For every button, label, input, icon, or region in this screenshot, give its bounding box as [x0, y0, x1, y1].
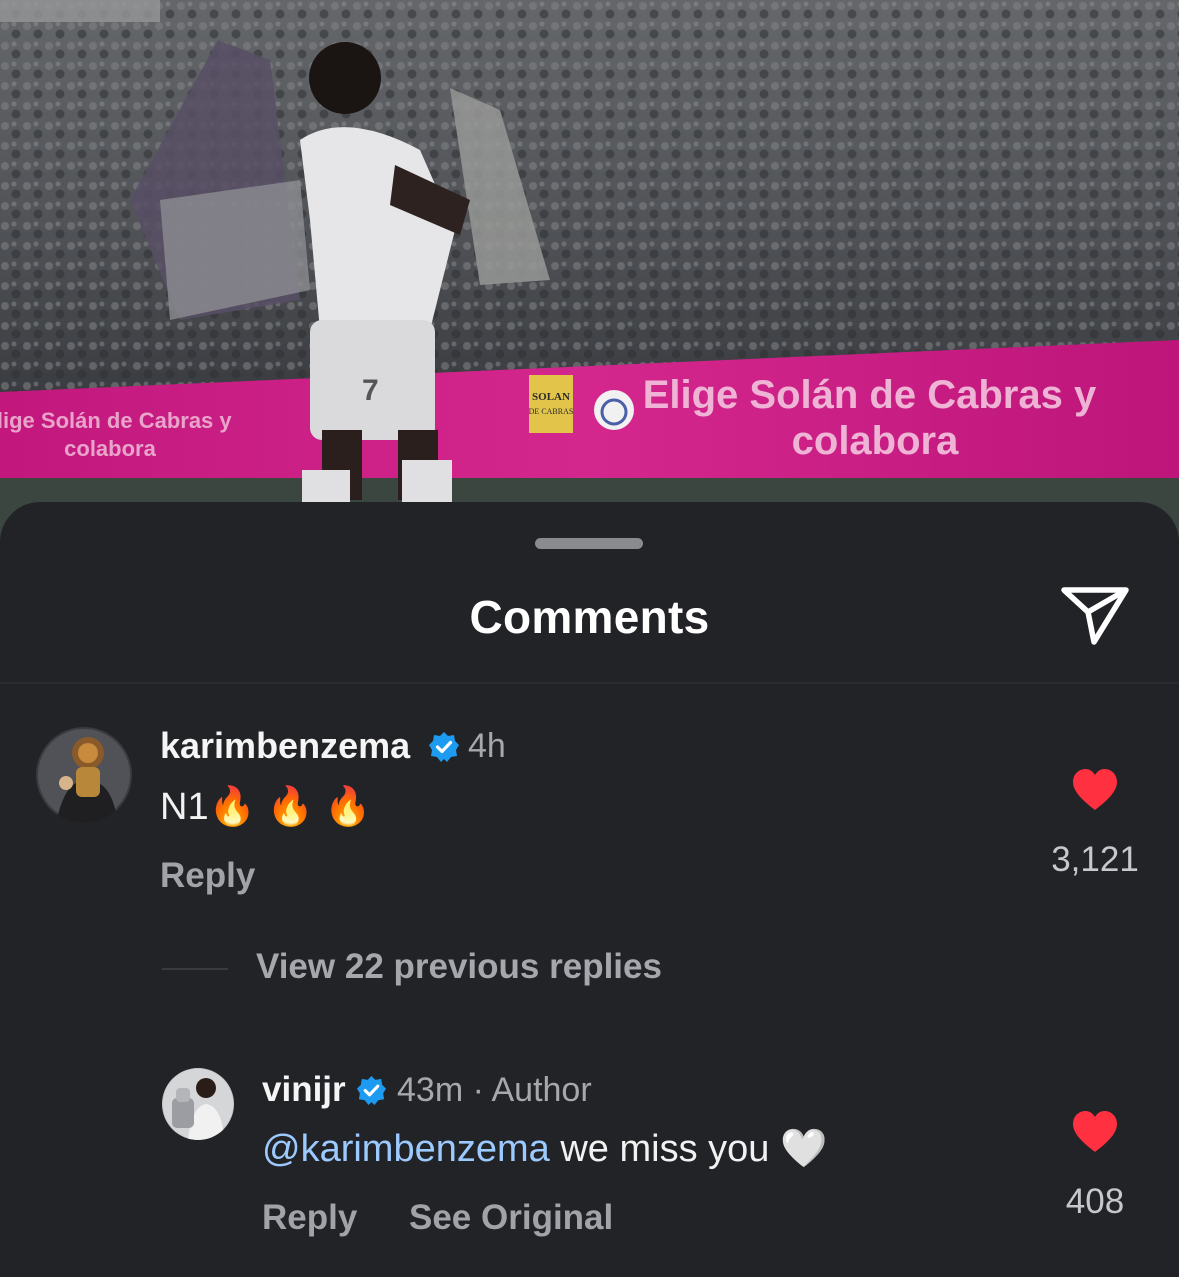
replies-thread-line — [162, 968, 228, 970]
like-heart-icon[interactable] — [1071, 1110, 1119, 1154]
reply-button[interactable]: Reply — [160, 856, 255, 896]
reply-body: @karimbenzema we miss you 🤍 — [262, 1127, 827, 1171]
stadium-scene: Elige Solán de Cabras y colabora Elige S… — [0, 0, 1179, 540]
jersey-number: 7 — [362, 374, 379, 407]
like-count: 3,121 — [1051, 840, 1139, 879]
comment-body: N1🔥 🔥 🔥 — [160, 785, 372, 829]
avatar-image — [36, 727, 132, 823]
sheet-header-divider — [0, 682, 1179, 684]
reply-username[interactable]: vinijr — [262, 1070, 346, 1110]
view-previous-replies-button[interactable]: View 22 previous replies — [256, 947, 662, 987]
comment-text: N1 — [160, 786, 209, 828]
like-heart-icon[interactable] — [1071, 768, 1119, 812]
reply-button[interactable]: Reply — [262, 1198, 357, 1238]
sheet-grabber-handle[interactable] — [535, 538, 643, 549]
verified-badge-icon — [356, 1075, 387, 1106]
solan-logo-text: SOLAN — [532, 391, 570, 403]
fire-emoji: 🔥 🔥 🔥 — [208, 786, 372, 828]
mention-link[interactable]: @karimbenzema — [262, 1128, 550, 1170]
like-count: 408 — [1065, 1182, 1125, 1221]
avatar-image — [162, 1068, 234, 1140]
white-heart-emoji: 🤍 — [779, 1128, 828, 1170]
reply-text: we miss you — [549, 1128, 780, 1170]
see-original-button[interactable]: See Original — [409, 1198, 613, 1238]
svg-text:DE CABRAS: DE CABRAS — [529, 407, 574, 416]
post-photo: Elige Solán de Cabras y colabora Elige S… — [0, 0, 1179, 540]
verified-badge-icon — [429, 732, 459, 762]
paper-plane-icon — [1061, 587, 1129, 645]
comment-username[interactable]: karimbenzema — [160, 725, 410, 767]
screen: Elige Solán de Cabras y colabora Elige S… — [0, 0, 1179, 1277]
avatar-karimbenzema[interactable] — [36, 727, 132, 823]
solan-logo — [529, 375, 573, 433]
sheet-title: Comments — [469, 591, 710, 643]
comments-sheet: Comments karimbenzema 4h N1🔥 🔥 🔥 Reply 3… — [0, 502, 1179, 1277]
reply-timestamp-author: 43m · Author — [397, 1071, 592, 1109]
comment-timestamp: 4h — [468, 727, 506, 765]
share-button[interactable] — [1058, 582, 1134, 648]
avatar-vinijr[interactable] — [162, 1068, 234, 1140]
